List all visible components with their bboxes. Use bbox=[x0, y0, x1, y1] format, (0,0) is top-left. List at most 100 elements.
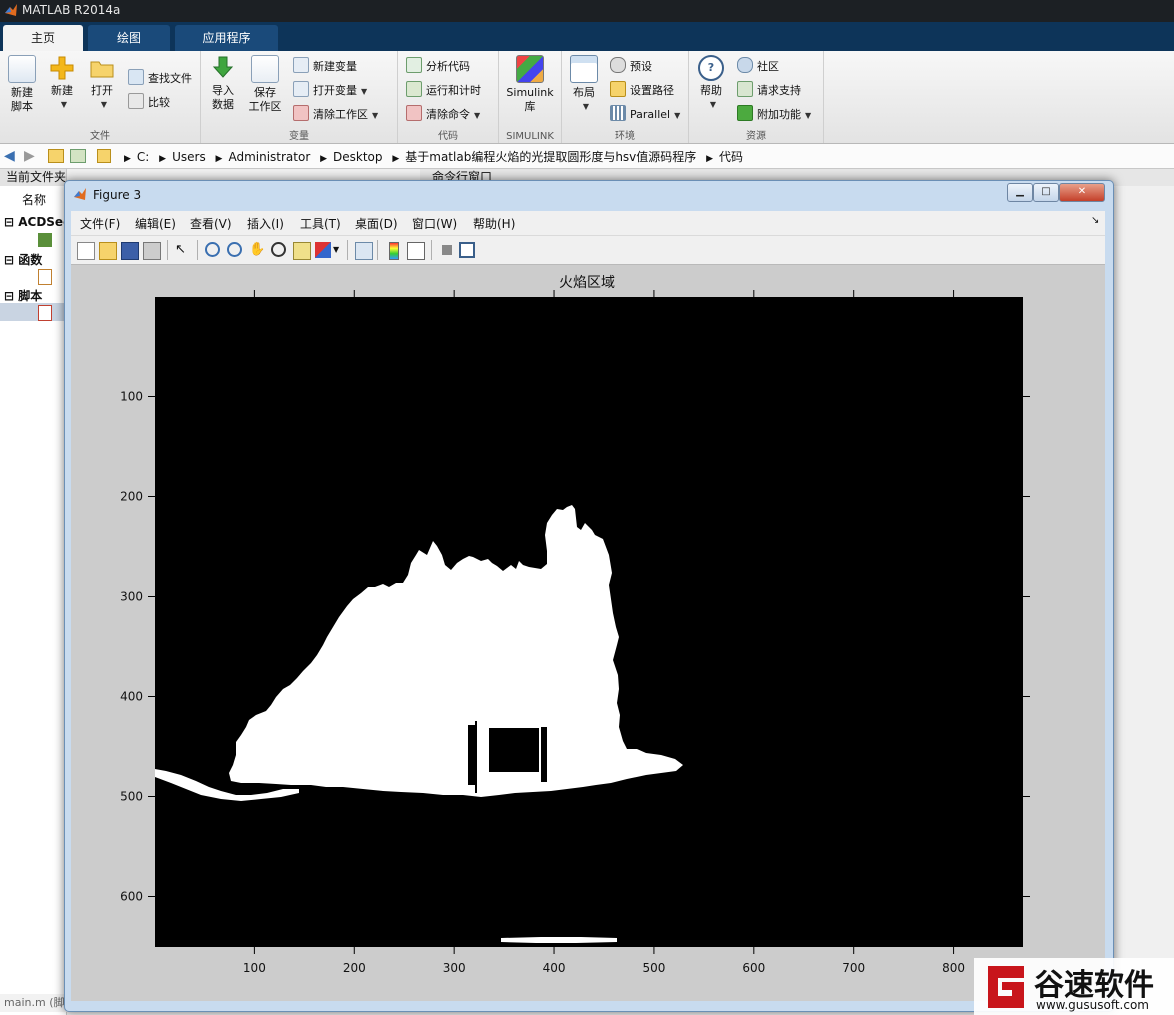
link-icon[interactable] bbox=[355, 242, 373, 260]
menu-tools[interactable]: 工具(T) bbox=[300, 215, 341, 232]
tree-group-scripts[interactable]: ⊟ 脚本 bbox=[4, 287, 42, 304]
open-button[interactable]: 打开 ▼ bbox=[80, 55, 124, 112]
menu-edit[interactable]: 编辑(E) bbox=[135, 215, 176, 232]
crumb-project[interactable]: 基于matlab编程火焰的光提取圆形度与hsv值源码程序 bbox=[405, 150, 696, 164]
chevron-down-icon: ▼ bbox=[582, 102, 590, 111]
open-variable-icon bbox=[293, 81, 309, 97]
browse-folder-icon[interactable] bbox=[70, 149, 86, 163]
show-tools-icon[interactable] bbox=[459, 242, 475, 258]
forward-icon[interactable]: ▶ bbox=[24, 148, 35, 164]
open-icon[interactable] bbox=[99, 242, 117, 260]
figure-title-bar: Figure 3 ▁ □ ✕ bbox=[65, 181, 1113, 209]
simulink-group-label: SIMULINK bbox=[506, 131, 554, 142]
zoom-in-icon[interactable] bbox=[205, 242, 220, 257]
chevron-down-icon: ▼ bbox=[100, 100, 108, 109]
help-icon: ? bbox=[698, 55, 724, 81]
request-support-button[interactable]: 请求支持 bbox=[737, 81, 801, 99]
zoom-out-icon[interactable] bbox=[227, 242, 242, 257]
addons-button[interactable]: 附加功能 ▼ bbox=[737, 105, 811, 123]
maximize-button[interactable]: □ bbox=[1033, 183, 1059, 202]
menu-help[interactable]: 帮助(H) bbox=[473, 215, 515, 232]
environment-group-label: 环境 bbox=[615, 131, 635, 142]
compare-label: 比较 bbox=[148, 96, 170, 109]
save-icon[interactable] bbox=[121, 242, 139, 260]
pointer-icon[interactable]: ↖ bbox=[175, 242, 191, 258]
new-script-button[interactable]: 新建 脚本 bbox=[0, 55, 44, 114]
tree-group-functions[interactable]: ⊟ 函数 bbox=[4, 251, 42, 268]
new-figure-icon[interactable] bbox=[77, 242, 95, 260]
pan-icon[interactable]: ✋ bbox=[249, 242, 265, 258]
tab-apps[interactable]: 应用程序 bbox=[175, 25, 278, 51]
parallel-button[interactable]: Parallel ▼ bbox=[610, 105, 680, 123]
find-files-button[interactable]: 查找文件 bbox=[128, 69, 192, 87]
up-folder-icon[interactable] bbox=[48, 149, 64, 163]
chevron-down-icon[interactable]: ▼ bbox=[333, 242, 341, 258]
app-title: MATLAB R2014a bbox=[22, 3, 121, 17]
legend-icon[interactable] bbox=[407, 242, 425, 260]
new-variable-button[interactable]: 新建变量 bbox=[293, 57, 357, 75]
current-folder-icon bbox=[97, 149, 111, 163]
eraser-icon bbox=[406, 105, 422, 121]
layout-button[interactable]: 布局 ▼ bbox=[562, 55, 606, 114]
menu-file[interactable]: 文件(F) bbox=[80, 215, 120, 232]
variable-group: 导入 数据 保存 工作区 新建变量 打开变量 ▼ 清除工作区 ▼ 变量 bbox=[201, 51, 398, 143]
back-icon[interactable]: ◀ bbox=[4, 148, 15, 164]
set-path-button[interactable]: 设置路径 bbox=[610, 81, 674, 99]
fire-region-bottom-strip bbox=[501, 937, 617, 943]
clear-workspace-button[interactable]: 清除工作区 ▼ bbox=[293, 105, 378, 123]
community-label: 社区 bbox=[757, 60, 779, 73]
tab-plots[interactable]: 绘图 bbox=[88, 25, 170, 51]
file-details-status: main.m (脚 bbox=[0, 994, 70, 1012]
compare-icon bbox=[128, 93, 144, 109]
menu-insert[interactable]: 插入(I) bbox=[247, 215, 284, 232]
crumb-code[interactable]: 代码 bbox=[719, 150, 743, 164]
menu-view[interactable]: 查看(V) bbox=[190, 215, 232, 232]
crumb-administrator[interactable]: Administrator bbox=[228, 150, 310, 164]
menu-window[interactable]: 窗口(W) bbox=[412, 215, 457, 232]
save-workspace-button[interactable]: 保存 工作区 bbox=[243, 55, 287, 114]
selected-file-row[interactable] bbox=[0, 303, 66, 321]
brush-icon[interactable] bbox=[315, 242, 331, 258]
name-column-header[interactable]: 名称 bbox=[22, 191, 46, 208]
preferences-button[interactable]: 预设 bbox=[610, 57, 652, 75]
colorbar-icon[interactable] bbox=[389, 242, 399, 260]
data-cursor-icon[interactable] bbox=[293, 242, 311, 260]
crumb-drive[interactable]: C: bbox=[137, 150, 149, 164]
minimize-button[interactable]: ▁ bbox=[1007, 183, 1033, 202]
function-file-icon bbox=[38, 269, 52, 285]
run-and-time-button[interactable]: 运行和计时 bbox=[406, 81, 481, 99]
dock-arrow-icon[interactable]: ↘ bbox=[1091, 215, 1099, 226]
toolbar-divider bbox=[197, 240, 198, 260]
x-tick-label: 200 bbox=[343, 961, 366, 975]
hide-tools-icon[interactable] bbox=[442, 245, 452, 255]
dark-hole bbox=[489, 728, 539, 772]
environment-group: 布局 ▼ 预设 设置路径 Parallel ▼ 环境 bbox=[562, 51, 689, 143]
compare-button[interactable]: 比较 bbox=[128, 93, 170, 111]
new-button[interactable]: 新建 ▼ bbox=[40, 55, 84, 112]
rotate-icon[interactable] bbox=[271, 242, 286, 257]
close-button[interactable]: ✕ bbox=[1059, 183, 1105, 202]
y-tick-label: 200 bbox=[120, 490, 143, 504]
toolbar-divider bbox=[431, 240, 432, 260]
toolbar-divider bbox=[167, 240, 168, 260]
import-data-label-1: 导入 bbox=[212, 84, 234, 97]
plus-icon bbox=[49, 55, 75, 81]
tab-home[interactable]: 主页 bbox=[3, 25, 83, 51]
clear-commands-button[interactable]: 清除命令 ▼ bbox=[406, 105, 480, 123]
print-icon[interactable] bbox=[143, 242, 161, 260]
new-script-icon bbox=[8, 55, 36, 83]
toolbar-divider bbox=[377, 240, 378, 260]
analyze-code-button[interactable]: 分析代码 bbox=[406, 57, 470, 75]
open-variable-button[interactable]: 打开变量 ▼ bbox=[293, 81, 367, 99]
menu-desktop[interactable]: 桌面(D) bbox=[355, 215, 398, 232]
import-data-button[interactable]: 导入 数据 bbox=[201, 55, 245, 112]
open-variable-label: 打开变量 bbox=[313, 84, 357, 97]
community-button[interactable]: 社区 bbox=[737, 57, 779, 75]
simulink-library-button[interactable]: Simulink 库 bbox=[505, 55, 555, 114]
tree-group-acdsee[interactable]: ⊟ ACDSee bbox=[4, 215, 66, 229]
crumb-desktop[interactable]: Desktop bbox=[333, 150, 383, 164]
y-tick-label: 600 bbox=[120, 890, 143, 904]
crumb-users[interactable]: Users bbox=[172, 150, 206, 164]
help-button[interactable]: ? 帮助 ▼ bbox=[689, 55, 733, 112]
chevron-down-icon: ▼ bbox=[805, 111, 812, 120]
